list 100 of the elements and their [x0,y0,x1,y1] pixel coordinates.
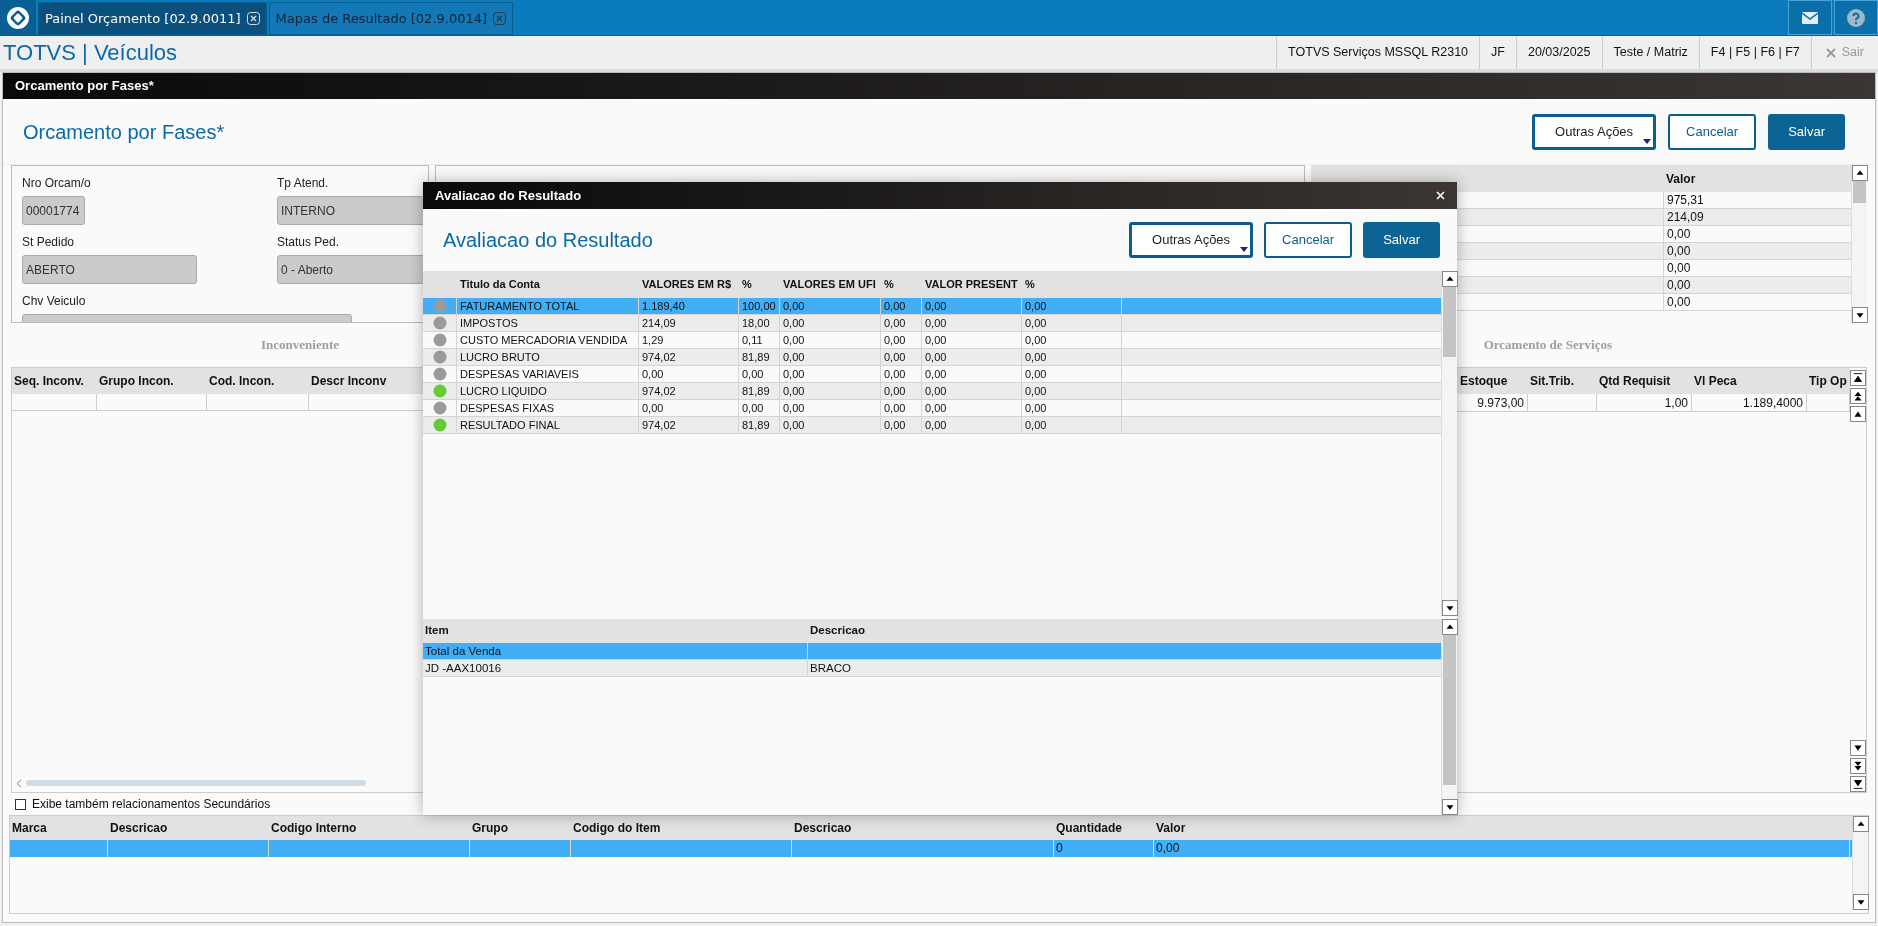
table-row[interactable]: FATURAMENTO TOTAL 1.189,40 100,00 0,00 0,00 0,00 0,00 [423,298,1441,315]
status-item: Teste / Matriz [1601,36,1699,69]
scroll-up-icon[interactable] [1442,619,1458,635]
scroll-down-icon[interactable] [1850,776,1866,792]
scroll-up-icon[interactable] [1442,271,1458,287]
table-cell: 0,00 [783,334,805,346]
scroll-up-icon[interactable] [1850,370,1866,386]
table-cell: 214,09 [642,317,676,329]
scroll-down-icon[interactable] [1852,307,1868,323]
table-row[interactable]: 0 0,00 [10,840,1852,857]
table-cell: 0,00 [1025,300,1047,312]
cancel-button[interactable]: Cancelar [1668,114,1757,150]
table-cell: 974,02 [642,351,676,363]
table-cell: 0,00 [884,385,906,397]
scrollbar[interactable] [1441,619,1457,815]
table-cell: 0,00 [1025,351,1047,363]
text-field[interactable]: ABERTO [22,255,197,284]
scroll-left-icon[interactable] [16,778,22,788]
status-item: TOTVS Serviços MSSQL R2310 [1276,36,1480,69]
save-button[interactable]: Salvar [1363,222,1440,258]
table-cell: 0,00 [783,402,805,414]
table-cell: 0,00 [783,317,805,329]
scroll-up-icon[interactable] [1853,816,1869,832]
table-cell: 0,00 [1025,334,1047,346]
table-row[interactable]: CUSTO MERCADORIA VENDIDA 1,29 0,11 0,00 0,00 0,00 0,00 [423,332,1441,349]
table-cell: JD -AAX10016 [425,662,502,674]
cancel-button[interactable]: Cancelar [1264,222,1353,258]
table-cell: 9.973,00 [1477,396,1524,410]
column-header: Tip Op [1808,373,1848,390]
scroll-down-icon[interactable] [1442,799,1458,815]
table-cell: 0,00 [783,419,805,431]
table-cell: 0,00 [783,300,805,312]
scroll-down-icon[interactable] [1850,740,1866,756]
scrollbar-thumb[interactable] [1443,635,1456,785]
field-label: Chv Veiculo [22,293,87,310]
caret-icon [1643,139,1652,144]
table-cell: CUSTO MERCADORIA VENDIDA [460,334,628,346]
scroll-up-icon[interactable] [1850,388,1866,404]
column-header: Descr Inconv [310,373,387,390]
close-icon [1825,47,1836,58]
table-cell: 0,00 [783,368,805,380]
scroll-up-icon[interactable] [1850,406,1866,422]
table-row[interactable]: RESULTADO FINAL 974,02 81,89 0,00 0,00 0,00 0,00 [423,417,1441,434]
table-cell: 81,89 [742,419,770,431]
help-icon [1847,8,1865,27]
table-row[interactable]: LUCRO BRUTO 974,02 81,89 0,00 0,00 0,00 0,00 [423,349,1441,366]
table-cell: 974,02 [642,385,676,397]
save-button[interactable]: Salvar [1768,114,1845,150]
table-cell: 0,00 [925,368,947,380]
table-row[interactable]: DESPESAS FIXAS 0,00 0,00 0,00 0,00 0,00 0,00 [423,400,1441,417]
status-item: 20/03/2025 [1515,36,1602,69]
checkbox-label: Exibe também relacionamentos Secundários [32,796,271,813]
scrollbar[interactable] [1852,816,1868,910]
table-cell: 0,00 [884,402,906,414]
table-cell-text: 0,00 [1666,260,1691,276]
column-header: Valor [1665,170,1696,188]
scroll-up-icon[interactable] [1852,165,1868,181]
text-field[interactable]: 00001774 [22,196,85,225]
column-header: Cod. Incon. [208,373,276,390]
table-cell: 0,00 [642,402,664,414]
table-row[interactable]: LUCRO LIQUIDO 974,02 81,89 0,00 0,00 0,00 0,00 [423,383,1441,400]
column-header: Valor [1155,820,1187,837]
table-cell-text: 0,00 [1666,277,1691,293]
more-actions-button[interactable]: Outras Ações [1129,222,1254,258]
column-header: % [1024,277,1036,293]
table-cell: 0,00 [925,300,947,312]
table-cell: LUCRO BRUTO [460,351,540,363]
table-row[interactable]: DESPESAS VARIAVEIS 0,00 0,00 0,00 0,00 0,00 0,00 [423,366,1441,383]
scroll-down-icon[interactable] [1850,758,1866,774]
table-row[interactable]: JD -AAX10016 BRACO [423,660,1441,677]
table-cell: 0,00 [1025,368,1047,380]
table-cell: 974,02 [642,419,676,431]
help-button[interactable] [1834,0,1878,35]
column-header: Item [424,623,450,639]
tab[interactable]: Painel Orçamento [02.9.0011] [38,2,267,35]
caret-icon [1240,247,1249,252]
table-cell: 0,00 [884,351,906,363]
more-actions-button[interactable]: Outras Ações [1532,114,1657,150]
table-cell: FATURAMENTO TOTAL [460,300,580,312]
table-row[interactable]: Total da Venda [423,643,1441,660]
scrollbar-thumb[interactable] [1853,181,1866,203]
table-row[interactable]: IMPOSTOS 214,09 18,00 0,00 0,00 0,00 0,00 [423,315,1441,332]
app-title: TOTVS | Veículos [2,39,178,67]
checkbox[interactable] [15,798,26,810]
scroll-down-icon[interactable] [1442,600,1458,616]
section-title: Inconveniente [261,336,339,355]
table-cell: 0,00 [642,368,664,380]
column-header: Sit.Trib. [1529,373,1575,390]
scrollbar-thumb[interactable] [1443,287,1456,357]
app-logo-icon[interactable] [0,0,36,35]
dialog-title: Avaliacao do Resultado [435,186,582,205]
column-header: VALORES EM R$ [641,277,733,293]
mail-button[interactable] [1788,0,1832,35]
scroll-down-icon[interactable] [1853,894,1869,910]
table-cell: 0,00 [925,385,947,397]
table-cell: 0,00 [884,419,906,431]
scrollbar-thumb[interactable] [26,780,366,786]
scrollbar[interactable] [1441,271,1457,616]
column-header: Grupo Incon. [98,373,175,390]
scrollbar[interactable] [1851,165,1867,323]
